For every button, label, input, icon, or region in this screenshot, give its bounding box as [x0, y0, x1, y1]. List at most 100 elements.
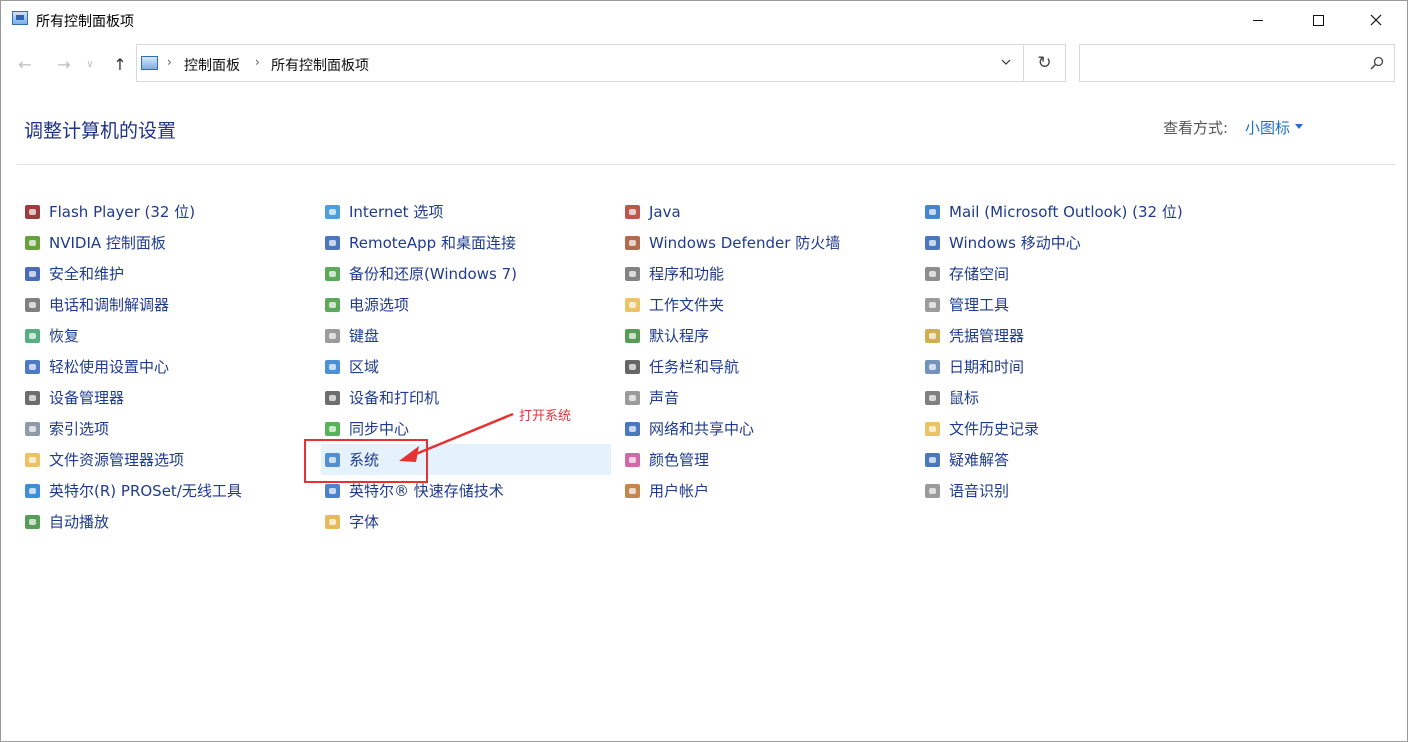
control-panel-item[interactable]: 颜色管理 — [621, 444, 911, 475]
control-panel-item[interactable]: RemoteApp 和桌面连接 — [321, 227, 611, 258]
control-panel-item[interactable]: 任务栏和导航 — [621, 351, 911, 382]
control-panel-item-label: 设备管理器 — [49, 389, 125, 407]
maximize-button[interactable] — [1295, 1, 1341, 39]
control-panel-item[interactable]: Internet 选项 — [321, 196, 611, 227]
up-button[interactable]: ↑ — [109, 53, 131, 75]
forward-button[interactable]: → — [53, 53, 75, 75]
microphone-icon — [923, 481, 943, 501]
control-panel-item[interactable]: 设备管理器 — [21, 382, 311, 413]
control-panel-item-label: 设备和打印机 — [349, 389, 440, 407]
control-panel-item[interactable]: 语音识别 — [921, 475, 1211, 506]
control-panel-item-label: 电话和调制解调器 — [49, 296, 170, 314]
control-panel-item[interactable]: 电源选项 — [321, 289, 611, 320]
power-icon — [323, 295, 343, 315]
control-panel-item[interactable]: 日期和时间 — [921, 351, 1211, 382]
control-panel-item-label: 鼠标 — [949, 389, 980, 407]
control-panel-item-label: NVIDIA 控制面板 — [49, 234, 166, 252]
chevron-down-icon[interactable] — [1001, 57, 1011, 67]
folder-options-icon — [23, 450, 43, 470]
control-panel-item[interactable]: 文件历史记录 — [921, 413, 1211, 444]
control-panel-item[interactable]: 疑难解答 — [921, 444, 1211, 475]
column-4: Mail (Microsoft Outlook) (32 位) Windows 移… — [921, 196, 1211, 506]
control-panel-item[interactable]: 英特尔(R) PROSet/无线工具 — [21, 475, 311, 506]
printer-icon — [323, 388, 343, 408]
region-icon — [323, 357, 343, 377]
flash-icon — [23, 202, 43, 222]
control-panel-item-label: 颜色管理 — [649, 451, 710, 469]
control-panel-item[interactable]: 键盘 — [321, 320, 611, 351]
control-panel-item-label: 电源选项 — [349, 296, 410, 314]
control-panel-item[interactable]: Java — [621, 196, 911, 227]
control-panel-item[interactable]: 文件资源管理器选项 — [21, 444, 311, 475]
sound-icon — [623, 388, 643, 408]
control-panel-item-label: 语音识别 — [949, 482, 1010, 500]
address-bar[interactable]: › 控制面板 › 所有控制面板项 — [136, 44, 1024, 82]
control-panel-item[interactable]: 管理工具 — [921, 289, 1211, 320]
control-panel-item-label: Windows 移动中心 — [949, 234, 1081, 252]
breadcrumb-control-panel[interactable]: 控制面板 — [184, 55, 240, 75]
breadcrumb-separator-icon[interactable]: › — [167, 55, 172, 69]
control-panel-item-label: 文件历史记录 — [949, 420, 1040, 438]
close-button[interactable] — [1353, 1, 1399, 39]
control-panel-item[interactable]: 轻松使用设置中心 — [21, 351, 311, 382]
back-button[interactable]: ← — [14, 53, 36, 75]
search-box[interactable] — [1079, 44, 1395, 82]
search-icon[interactable] — [1370, 56, 1384, 70]
control-panel-item[interactable]: 索引选项 — [21, 413, 311, 444]
control-panel-item[interactable]: NVIDIA 控制面板 — [21, 227, 311, 258]
control-panel-item[interactable]: 用户帐户 — [621, 475, 911, 506]
nvidia-icon — [23, 233, 43, 253]
control-panel-item-label: Flash Player (32 位) — [49, 203, 196, 221]
control-panel-item[interactable]: 网络和共享中心 — [621, 413, 911, 444]
control-panel-item[interactable]: 区域 — [321, 351, 611, 382]
caret-down-icon[interactable] — [1295, 124, 1303, 129]
control-panel-item[interactable]: 工作文件夹 — [621, 289, 911, 320]
control-panel-item[interactable]: Windows 移动中心 — [921, 227, 1211, 258]
control-panel-item[interactable]: 存储空间 — [921, 258, 1211, 289]
control-panel-item[interactable]: 鼠标 — [921, 382, 1211, 413]
control-panel-item[interactable]: Flash Player (32 位) — [21, 196, 311, 227]
control-panel-item-label: 存储空间 — [949, 265, 1010, 283]
control-panel-item[interactable]: 自动播放 — [21, 506, 311, 537]
control-panel-item[interactable]: 凭据管理器 — [921, 320, 1211, 351]
phone-icon — [23, 295, 43, 315]
mail-icon — [923, 202, 943, 222]
control-panel-item[interactable]: 备份和还原(Windows 7) — [321, 258, 611, 289]
control-panel-item[interactable]: 恢复 — [21, 320, 311, 351]
control-panel-item[interactable]: Mail (Microsoft Outlook) (32 位) — [921, 196, 1211, 227]
breadcrumb-all-items[interactable]: 所有控制面板项 — [271, 55, 369, 75]
control-panel-item-label: 文件资源管理器选项 — [49, 451, 185, 469]
accessibility-icon — [23, 357, 43, 377]
control-panel-item[interactable]: 声音 — [621, 382, 911, 413]
default-programs-icon — [623, 326, 643, 346]
control-panel-item[interactable]: 程序和功能 — [621, 258, 911, 289]
control-panel-item-label: Java — [649, 202, 681, 221]
storage-tech-icon — [323, 481, 343, 501]
column-3: Java Windows Defender 防火墙 程序和功能 工作文件夹默认程序任务… — [621, 196, 911, 506]
control-panel-item[interactable]: 默认程序 — [621, 320, 911, 351]
recent-locations-button[interactable]: ∨ — [83, 53, 97, 75]
column-1: Flash Player (32 位) NVIDIA 控制面板 安全和维护电话和调制… — [21, 196, 311, 537]
control-panel-icon — [12, 11, 28, 25]
control-panel-item[interactable]: 电话和调制解调器 — [21, 289, 311, 320]
refresh-button[interactable]: ↻ — [1024, 44, 1066, 82]
control-panel-item-label: 安全和维护 — [49, 265, 125, 283]
control-panel-item[interactable]: 安全和维护 — [21, 258, 311, 289]
mobility-icon — [923, 233, 943, 253]
control-panel-item[interactable]: 字体 — [321, 506, 611, 537]
minimize-button[interactable] — [1235, 1, 1281, 39]
header-divider — [17, 164, 1395, 165]
view-by-dropdown[interactable]: 小图标 — [1245, 117, 1290, 138]
internet-icon — [323, 202, 343, 222]
control-panel-item-label: 默认程序 — [649, 327, 710, 345]
control-panel-item[interactable]: Windows Defender 防火墙 — [621, 227, 911, 258]
java-icon — [623, 202, 643, 222]
close-icon — [1370, 14, 1382, 26]
file-history-icon — [923, 419, 943, 439]
index-icon — [23, 419, 43, 439]
breadcrumb-separator-icon[interactable]: › — [255, 55, 260, 69]
maximize-icon — [1312, 14, 1324, 26]
control-panel-item-label: 用户帐户 — [649, 482, 710, 500]
search-input[interactable] — [1086, 53, 1360, 75]
minimize-icon — [1253, 19, 1263, 21]
